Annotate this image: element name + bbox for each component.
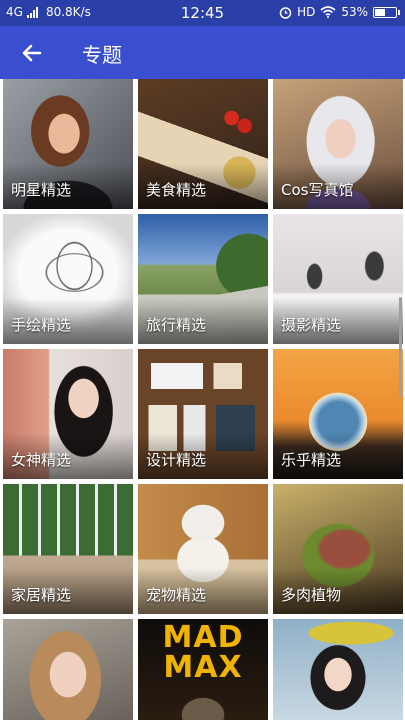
- topic-grid: 明星精选 美食精选 Cos写真馆 手绘精选 旅行精选 摄影精选 女神精选 设计精…: [3, 79, 403, 720]
- scrollbar[interactable]: [399, 297, 402, 397]
- hd-badge: HD: [297, 5, 316, 19]
- topic-label: 明星精选: [11, 181, 72, 199]
- topic-tile[interactable]: MAD MAX: [138, 619, 268, 720]
- page-title: 专题: [82, 43, 122, 67]
- topic-tile[interactable]: 家居精选: [3, 484, 133, 614]
- topic-tile[interactable]: 乐乎精选: [273, 349, 403, 479]
- topic-tile[interactable]: 手绘精选: [3, 214, 133, 344]
- topic-tile[interactable]: 旅行精选: [138, 214, 268, 344]
- poster-title: MAD MAX: [162, 620, 244, 685]
- topic-label: 旅行精选: [146, 316, 207, 334]
- alarm-icon: [279, 6, 292, 19]
- battery-level: [375, 8, 385, 16]
- topic-tile[interactable]: [3, 619, 133, 720]
- topic-tile[interactable]: 女神精选: [3, 349, 133, 479]
- topic-tile[interactable]: 设计精选: [138, 349, 268, 479]
- topic-label: Cos写真馆: [281, 181, 354, 199]
- topic-label: 乐乎精选: [281, 451, 342, 469]
- battery-percent: 53%: [341, 5, 368, 19]
- topic-image: [3, 619, 133, 720]
- topic-label: 摄影精选: [281, 316, 342, 334]
- status-bar: 4G 80.8K/s 12:45 HD 53%: [0, 0, 405, 26]
- topic-label: 手绘精选: [11, 316, 72, 334]
- topic-tile[interactable]: 多肉植物: [273, 484, 403, 614]
- battery-icon: [373, 6, 400, 18]
- topic-image: [273, 619, 403, 720]
- status-right: HD 53%: [279, 5, 400, 19]
- topic-tile[interactable]: Cos写真馆: [273, 79, 403, 209]
- topic-label: 女神精选: [11, 451, 72, 469]
- topic-tile[interactable]: 美食精选: [138, 79, 268, 209]
- topic-tile[interactable]: 宠物精选: [138, 484, 268, 614]
- topic-tile[interactable]: 明星精选: [3, 79, 133, 209]
- topic-label: 美食精选: [146, 181, 207, 199]
- topic-label: 多肉植物: [281, 586, 342, 604]
- topic-tile[interactable]: [273, 619, 403, 720]
- arrow-left-icon[interactable]: [18, 39, 46, 67]
- app-bar: 专题: [0, 26, 405, 79]
- topic-label: 设计精选: [146, 451, 207, 469]
- topic-label: 宠物精选: [146, 586, 207, 604]
- topic-tile[interactable]: 摄影精选: [273, 214, 403, 344]
- wifi-icon: [320, 6, 336, 18]
- topic-label: 家居精选: [11, 586, 72, 604]
